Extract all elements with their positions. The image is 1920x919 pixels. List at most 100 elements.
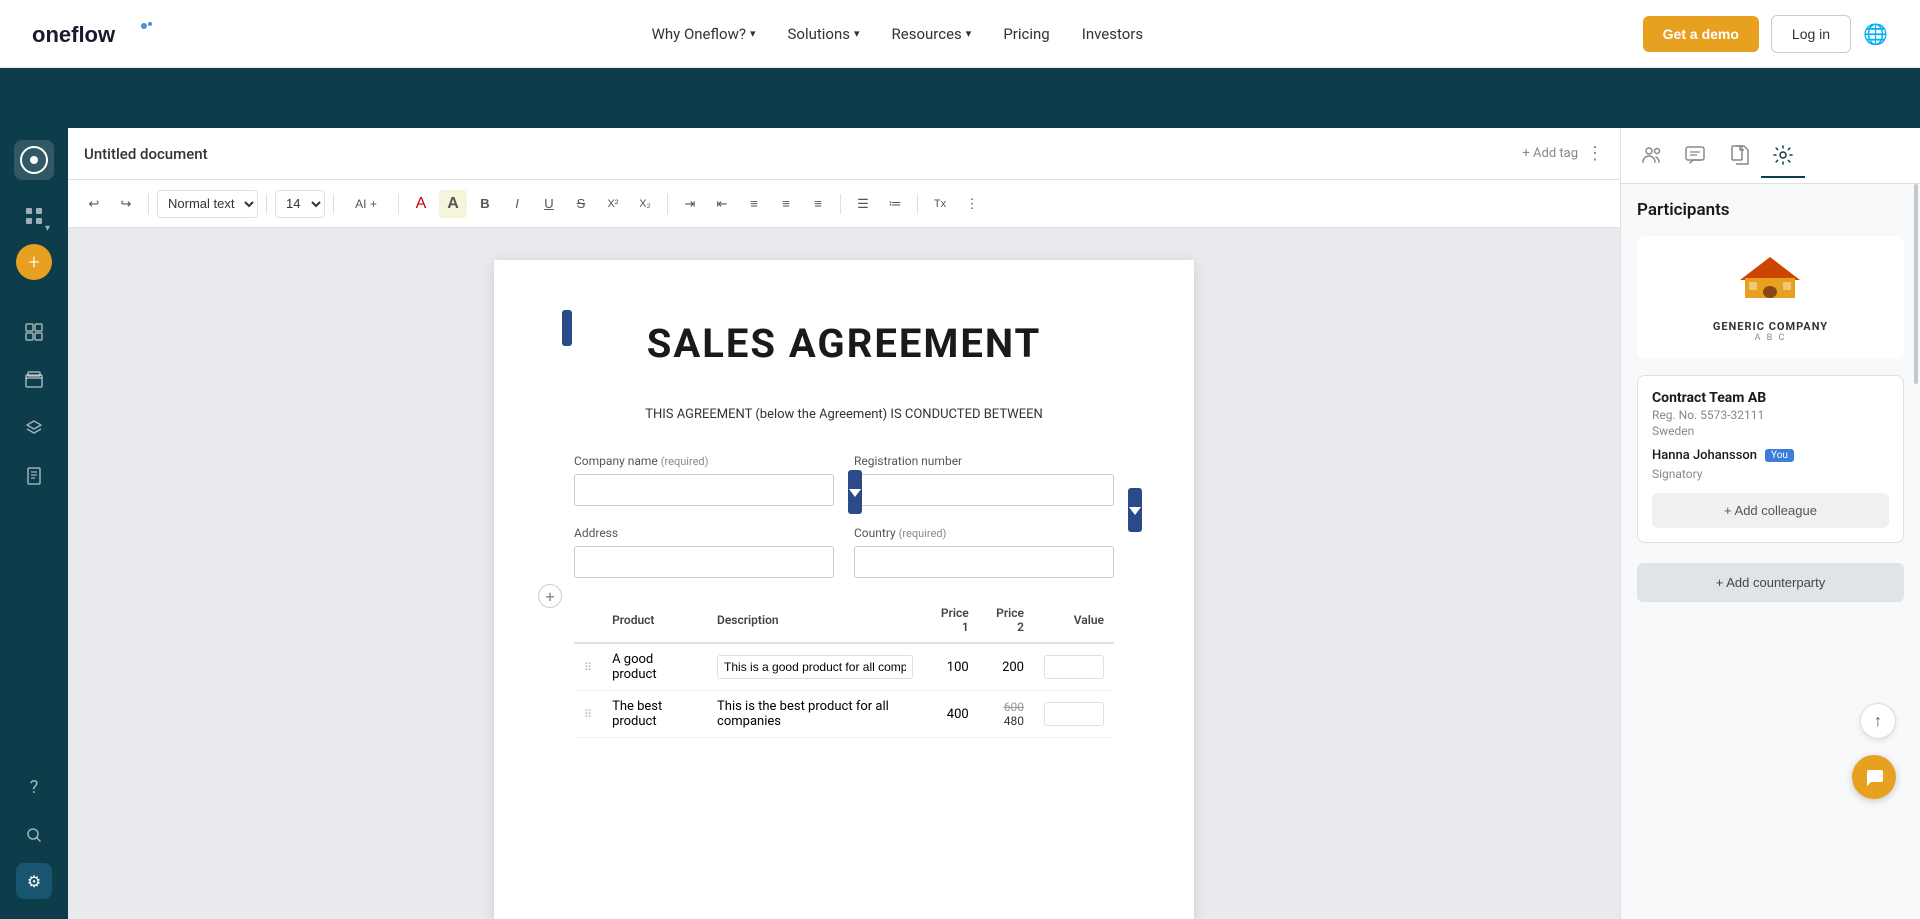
sidebar-document-icon[interactable] [14, 456, 54, 496]
sidebar-grid-icon[interactable] [14, 312, 54, 352]
logo[interactable]: oneflow [32, 18, 152, 50]
indent-more-button[interactable]: ⇥ [676, 190, 704, 218]
editor-toolbar: ↩ ↪ Normal text 14 AI + A A B I U S X² X… [68, 180, 1620, 228]
sidebar-search-icon[interactable] [14, 815, 54, 855]
add-block-button[interactable]: + [16, 244, 52, 280]
value-cell-2 [1034, 691, 1114, 738]
subscript-button[interactable]: X₂ [631, 190, 659, 218]
document-heading: SALES AGREEMENT [574, 320, 1114, 367]
superscript-button[interactable]: X² [599, 190, 627, 218]
sidebar-archive-icon[interactable] [14, 360, 54, 400]
document-canvas: SALES AGREEMENT THIS AGREEMENT (below th… [68, 228, 1620, 919]
price2-cell-2: 600 480 [979, 691, 1034, 738]
bold-button[interactable]: B [471, 190, 499, 218]
underline-button[interactable]: U [535, 190, 563, 218]
price1-cell: 100 [923, 643, 978, 691]
nav-resources[interactable]: Resources ▾ [892, 25, 972, 43]
you-badge: You [1765, 449, 1794, 462]
right-sidebar-content: Participants [1621, 184, 1920, 919]
company-name-input[interactable] [574, 474, 834, 506]
font-size-select[interactable]: 14 [275, 190, 325, 218]
bullet-list-button[interactable]: ☰ [849, 190, 877, 218]
align-center-button[interactable]: ≡ [772, 190, 800, 218]
toolbar-separator-7 [917, 194, 918, 214]
text-style-select[interactable]: Normal text [157, 190, 258, 218]
country-input[interactable] [854, 546, 1114, 578]
get-demo-button[interactable]: Get a demo [1643, 16, 1759, 52]
sidebar-layers-icon[interactable] [14, 408, 54, 448]
old-price: 600 [989, 700, 1024, 714]
value-input-2[interactable] [1044, 702, 1104, 726]
toolbar-separator-5 [667, 194, 668, 214]
product-table: Product Description Price 1 Price 2 Valu… [574, 598, 1114, 738]
drag-handle-company[interactable] [848, 470, 862, 514]
nav-pricing[interactable]: Pricing [1003, 25, 1049, 43]
settings-tab[interactable] [1761, 134, 1805, 178]
nav-solutions[interactable]: Solutions ▾ [787, 25, 859, 43]
participants-tab[interactable] [1629, 134, 1673, 178]
ai-button[interactable]: AI + [342, 190, 390, 218]
product-desc-cell-2: This is the best product for all compani… [707, 691, 923, 738]
company-name-field: Company name (required) [574, 454, 834, 506]
language-icon[interactable]: 🌐 [1863, 22, 1888, 46]
col-price1: Price 1 [923, 598, 978, 643]
nav-why-oneflow[interactable]: Why Oneflow? ▾ [652, 25, 756, 43]
drag-handle-title[interactable] [562, 310, 572, 346]
oneflow-logo-icon [20, 146, 48, 174]
drag-handle-reg[interactable] [1128, 488, 1142, 532]
align-right-button[interactable]: ≡ [804, 190, 832, 218]
undo-button[interactable]: ↩ [80, 190, 108, 218]
login-button[interactable]: Log in [1771, 15, 1851, 53]
redo-button[interactable]: ↪ [112, 190, 140, 218]
more-toolbar-button[interactable]: ⋮ [958, 190, 986, 218]
italic-button[interactable]: I [503, 190, 531, 218]
document-paper: SALES AGREEMENT THIS AGREEMENT (below th… [494, 260, 1194, 919]
required-label-country: (required) [899, 527, 947, 540]
country-field: Country (required) [854, 526, 1114, 578]
sidebar-help-icon[interactable]: ? [14, 767, 54, 807]
comments-tab[interactable] [1673, 134, 1717, 178]
person-row: Hanna Johansson You [1652, 448, 1889, 463]
address-label: Address [574, 526, 834, 540]
settings-icon[interactable]: ⚙ [16, 863, 52, 899]
product-desc-input[interactable] [717, 655, 913, 679]
add-colleague-button[interactable]: + Add colleague [1652, 493, 1889, 528]
top-navigation: oneflow Why Oneflow? ▾ Solutions ▾ Resou… [0, 0, 1920, 68]
required-label: (required) [661, 455, 709, 468]
document-title[interactable]: Untitled document [84, 145, 208, 163]
editor-area: Untitled document + Add tag ⋮ ↩ ↪ Normal… [68, 128, 1620, 919]
registration-number-input[interactable] [854, 474, 1114, 506]
toolbar-separator [148, 194, 149, 214]
value-input[interactable] [1044, 655, 1104, 679]
registration-number-label: Registration number [854, 454, 1114, 468]
toolbar-separator-4 [398, 194, 399, 214]
chat-button[interactable] [1852, 755, 1896, 799]
company-reg-number: Reg. No. 5573-32111 [1652, 408, 1889, 422]
address-field: Address [574, 526, 834, 578]
price2-cell: 200 [979, 643, 1034, 691]
row-drag-handle-2[interactable]: ⠿ [574, 691, 602, 738]
indent-less-button[interactable]: ⇤ [708, 190, 736, 218]
row-drag-handle[interactable]: ⠿ [574, 643, 602, 691]
product-name-cell: A good product [602, 643, 707, 691]
sidebar-apps-icon[interactable]: ▾ [14, 196, 54, 236]
numbered-list-button[interactable]: ≔ [881, 190, 909, 218]
add-tag-button[interactable]: + Add tag [1522, 146, 1578, 161]
sidebar-logo[interactable] [14, 140, 54, 180]
add-content-button[interactable]: + [538, 584, 562, 608]
add-counterparty-button[interactable]: + Add counterparty [1637, 563, 1904, 602]
align-left-button[interactable]: ≡ [740, 190, 768, 218]
font-color-button[interactable]: A [407, 190, 435, 218]
toolbar-separator-6 [840, 194, 841, 214]
highlight-button[interactable]: A [439, 190, 467, 218]
strikethrough-button[interactable]: S [567, 190, 595, 218]
nav-links: Why Oneflow? ▾ Solutions ▾ Resources ▾ P… [652, 25, 1144, 43]
nav-investors[interactable]: Investors [1082, 25, 1143, 43]
attachments-tab[interactable] [1717, 134, 1761, 178]
more-options-icon[interactable]: ⋮ [1586, 143, 1604, 164]
document-header: Untitled document + Add tag ⋮ [68, 128, 1620, 180]
scroll-to-top-button[interactable]: ↑ [1860, 703, 1896, 739]
clear-format-button[interactable]: Tx [926, 190, 954, 218]
address-input[interactable] [574, 546, 834, 578]
col-price2: Price 2 [979, 598, 1034, 643]
